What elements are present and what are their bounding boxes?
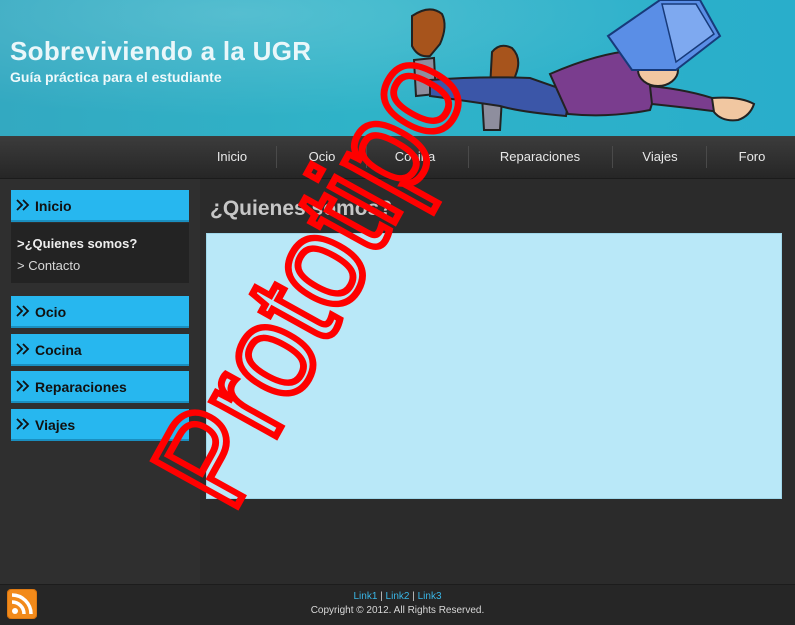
footer-separator: |: [380, 591, 383, 602]
submenu-item-contacto[interactable]: > Contacto: [17, 258, 80, 273]
sidebar-submenu: >¿Quienes somos? > Contacto: [11, 223, 189, 283]
sidebar-item-label: Reparaciones: [35, 379, 127, 395]
student-reading-book-illustration: [411, 0, 756, 131]
sidebar-item-cocina[interactable]: Cocina: [11, 334, 189, 366]
page-title: ¿Quienes somos?: [210, 197, 393, 220]
sidebar-item-label: Cocina: [35, 342, 82, 358]
sidebar-item-ocio[interactable]: Ocio: [11, 296, 189, 328]
submenu-item-quienes-somos[interactable]: >¿Quienes somos?: [17, 236, 137, 251]
footer-link-1[interactable]: Link1: [353, 591, 377, 602]
content-area: [206, 233, 782, 499]
footer-link-3[interactable]: Link3: [418, 591, 442, 602]
double-chevron-right-icon: [16, 380, 30, 392]
double-chevron-right-icon: [16, 418, 30, 430]
nav-inicio[interactable]: Inicio: [200, 136, 264, 178]
nav-foro[interactable]: Foro: [720, 136, 784, 178]
nav-ocio[interactable]: Ocio: [290, 136, 354, 178]
footer: Link1 | Link2 | Link3 Copyright © 2012. …: [0, 584, 795, 625]
copyright-text: Copyright © 2012. All Rights Reserved.: [310, 605, 485, 616]
footer-links: Link1 | Link2 | Link3: [0, 591, 795, 602]
nav-divider: [276, 146, 277, 168]
hand: [710, 96, 756, 122]
nav-reparaciones[interactable]: Reparaciones: [484, 136, 596, 178]
nav-divider: [706, 146, 707, 168]
footer-link-2[interactable]: Link2: [386, 591, 410, 602]
main-nav: Inicio Ocio Cocina Reparaciones Viajes F…: [0, 136, 795, 179]
sidebar-item-viajes[interactable]: Viajes: [11, 409, 189, 441]
sidebar-item-inicio[interactable]: Inicio: [11, 190, 189, 222]
site-title[interactable]: Sobreviviendo a la UGR: [10, 36, 311, 67]
sidebar-item-label: Viajes: [35, 417, 76, 433]
double-chevron-right-icon: [16, 199, 30, 211]
nav-viajes[interactable]: Viajes: [628, 136, 692, 178]
nav-cocina[interactable]: Cocina: [380, 136, 450, 178]
footer-separator: |: [412, 591, 415, 602]
rss-feed-icon[interactable]: [7, 589, 37, 619]
double-chevron-right-icon: [16, 305, 30, 317]
arm: [648, 84, 722, 114]
sidebar-item-label: Inicio: [35, 198, 72, 214]
sidebar-item-reparaciones[interactable]: Reparaciones: [11, 371, 189, 403]
nav-divider: [366, 146, 367, 168]
nav-divider: [468, 146, 469, 168]
nav-divider: [612, 146, 613, 168]
site-subtitle: Guía práctica para el estudiante: [10, 69, 222, 85]
site-header: Sobreviviendo a la UGR Guía práctica par…: [0, 0, 795, 136]
sidebar-item-label: Ocio: [35, 304, 67, 320]
double-chevron-right-icon: [16, 343, 30, 355]
